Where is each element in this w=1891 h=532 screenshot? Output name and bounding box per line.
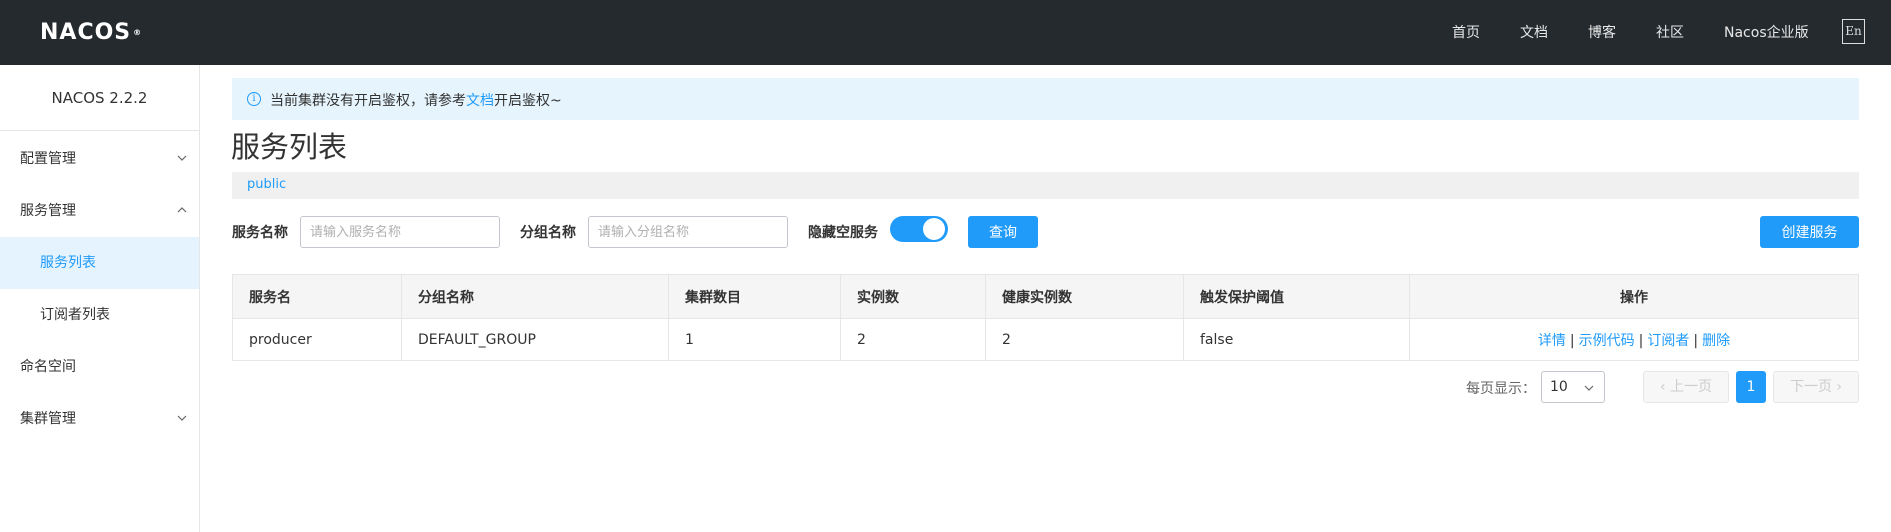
service-table: 服务名 分组名称 集群数目 实例数 健康实例数 触发保护阈值 操作 produc… bbox=[232, 274, 1859, 361]
nav-enterprise[interactable]: Nacos企业版 bbox=[1724, 22, 1809, 42]
sidebar-item-service-list[interactable]: 服务列表 bbox=[0, 237, 199, 289]
cell-group-name: DEFAULT_GROUP bbox=[401, 318, 669, 361]
cell-protect-threshold: false bbox=[1183, 318, 1410, 361]
detail-link[interactable]: 详情 bbox=[1538, 333, 1566, 349]
nav-home[interactable]: 首页 bbox=[1452, 22, 1480, 42]
subscribers-link[interactable]: 订阅者 bbox=[1647, 333, 1689, 349]
sidebar-item-label: 集群管理 bbox=[20, 411, 76, 427]
create-service-button[interactable]: 创建服务 bbox=[1760, 216, 1859, 248]
query-button[interactable]: 查询 bbox=[968, 216, 1038, 248]
sidebar: NACOS 2.2.2 配置管理 服务管理 服务列表 订阅者列表 命名空间 集群… bbox=[0, 65, 200, 532]
logo-text: NACOS bbox=[40, 19, 132, 45]
chevron-down-icon bbox=[177, 155, 187, 161]
auth-notice: i 当前集群没有开启鉴权，请参考文档开启鉴权~ bbox=[232, 78, 1859, 120]
sidebar-item-label: 服务管理 bbox=[20, 203, 76, 219]
sidebar-item-label: 命名空间 bbox=[20, 359, 76, 375]
sidebar-item-config-management[interactable]: 配置管理 bbox=[0, 133, 199, 185]
prev-page-label: 上一页 bbox=[1670, 379, 1713, 395]
language-switch-button[interactable]: En bbox=[1842, 19, 1865, 44]
chevron-down-icon bbox=[177, 415, 187, 421]
notice-text: 当前集群没有开启鉴权，请参考文档开启鉴权~ bbox=[270, 90, 562, 110]
col-cluster-count: 集群数目 bbox=[668, 274, 841, 319]
col-group-name: 分组名称 bbox=[401, 274, 669, 319]
sidebar-item-label: 配置管理 bbox=[20, 151, 76, 167]
chevron-left-icon: ‹ bbox=[1659, 379, 1666, 395]
cell-operations: 详情 | 示例代码 | 订阅者 | 删除 bbox=[1409, 318, 1859, 361]
chevron-right-icon: › bbox=[1836, 379, 1843, 395]
page-title: 服务列表 bbox=[231, 130, 348, 164]
next-page-label: 下一页 bbox=[1789, 379, 1832, 395]
version-label: NACOS 2.2.2 bbox=[0, 65, 199, 131]
group-name-input[interactable] bbox=[588, 216, 788, 248]
top-navbar: NACOS ® 首页 文档 博客 社区 Nacos企业版 En bbox=[0, 0, 1891, 65]
notice-text-before: 当前集群没有开启鉴权，请参考 bbox=[270, 93, 466, 109]
next-page-button[interactable]: 下一页 › bbox=[1773, 371, 1859, 403]
cell-cluster-count: 1 bbox=[668, 318, 841, 361]
page-size-select[interactable]: 10 bbox=[1541, 371, 1605, 403]
sidebar-item-cluster-management[interactable]: 集群管理 bbox=[0, 393, 199, 445]
hide-empty-toggle[interactable] bbox=[890, 216, 948, 242]
sidebar-item-subscriber-list[interactable]: 订阅者列表 bbox=[0, 289, 199, 341]
notice-text-after: 开启鉴权~ bbox=[494, 93, 562, 109]
cell-healthy-count: 2 bbox=[985, 318, 1184, 361]
notice-docs-link[interactable]: 文档 bbox=[466, 93, 494, 109]
col-instance-count: 实例数 bbox=[840, 274, 986, 319]
nacos-logo[interactable]: NACOS ® bbox=[40, 14, 142, 50]
chevron-up-icon bbox=[177, 207, 187, 213]
sample-code-link[interactable]: 示例代码 bbox=[1579, 333, 1635, 349]
table-header-row: 服务名 分组名称 集群数目 实例数 健康实例数 触发保护阈值 操作 bbox=[232, 274, 1859, 319]
table-row: producer DEFAULT_GROUP 1 2 2 false 详情 | 示例… bbox=[232, 318, 1859, 361]
nav-blog[interactable]: 博客 bbox=[1588, 22, 1616, 42]
hide-empty-label: 隐藏空服务 bbox=[808, 225, 878, 241]
action-separator: | bbox=[1693, 332, 1699, 349]
action-separator: | bbox=[1569, 332, 1575, 349]
nav-docs[interactable]: 文档 bbox=[1520, 22, 1548, 42]
col-service-name: 服务名 bbox=[232, 274, 402, 319]
page-size-label: 每页显示： bbox=[1466, 381, 1536, 397]
col-healthy-instance-count: 健康实例数 bbox=[985, 274, 1184, 319]
nav-community[interactable]: 社区 bbox=[1656, 22, 1684, 42]
delete-link[interactable]: 删除 bbox=[1702, 333, 1730, 349]
service-name-input[interactable] bbox=[300, 216, 500, 248]
action-separator: | bbox=[1638, 332, 1644, 349]
sidebar-item-namespace[interactable]: 命名空间 bbox=[0, 341, 199, 393]
sidebar-item-label: 服务列表 bbox=[40, 255, 96, 271]
namespace-public[interactable]: public bbox=[247, 177, 286, 192]
cell-instance-count: 2 bbox=[840, 318, 986, 361]
prev-page-button[interactable]: ‹ 上一页 bbox=[1643, 371, 1729, 403]
page-size-value: 10 bbox=[1550, 379, 1568, 395]
col-operations: 操作 bbox=[1409, 274, 1859, 319]
namespace-bar: public bbox=[232, 172, 1859, 199]
sidebar-item-service-management[interactable]: 服务管理 bbox=[0, 185, 199, 237]
chevron-down-icon bbox=[1584, 385, 1594, 391]
cell-service-name: producer bbox=[232, 318, 402, 361]
col-protect-threshold: 触发保护阈值 bbox=[1183, 274, 1410, 319]
service-name-label: 服务名称 bbox=[232, 225, 288, 241]
page-number-button[interactable]: 1 bbox=[1736, 371, 1766, 403]
info-icon: i bbox=[247, 92, 261, 106]
sidebar-item-label: 订阅者列表 bbox=[40, 307, 110, 323]
toggle-knob bbox=[923, 218, 945, 240]
logo-mark: ® bbox=[133, 27, 143, 37]
group-name-label: 分组名称 bbox=[520, 225, 576, 241]
